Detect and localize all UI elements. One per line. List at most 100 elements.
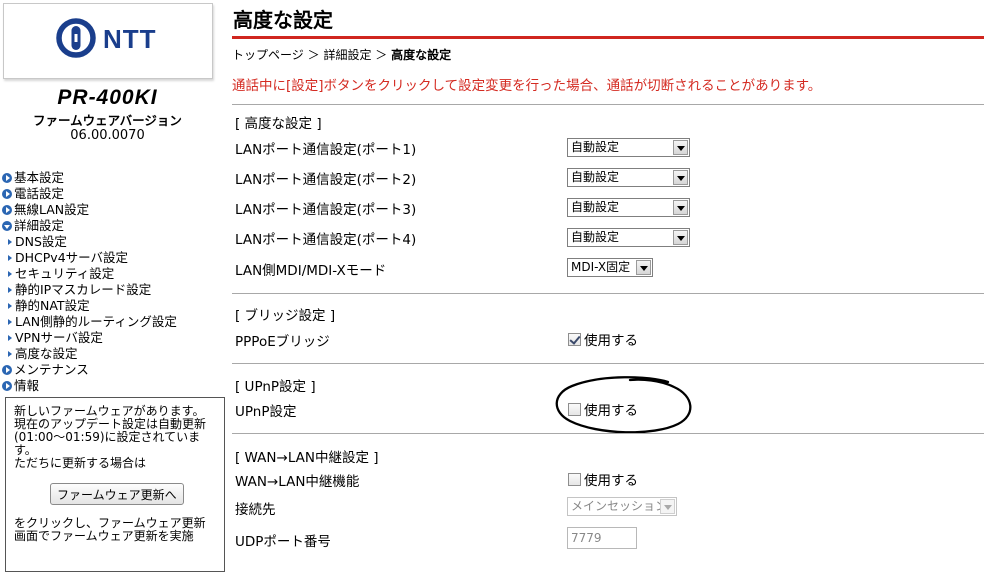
mdi-mode-label: LAN側MDI/MDI-Xモード (235, 263, 387, 279)
menu-item-advanced[interactable]: 詳細設定 (2, 218, 177, 234)
lan-port3-select[interactable]: 自動設定 (567, 198, 690, 217)
lan-port2-label: LANポート通信設定(ポート2) (235, 172, 417, 188)
menu-item-basic[interactable]: 基本設定 (2, 170, 177, 186)
select-value: メインセッション (571, 499, 668, 513)
submenu-item-label: 高度な設定 (15, 346, 78, 361)
lan-port4-label: LANポート通信設定(ポート4) (235, 232, 417, 248)
title-rule (232, 36, 984, 39)
model-name: PR-400KI (57, 86, 158, 109)
menu-item-label: 詳細設定 (14, 218, 65, 233)
breadcrumb: トップページ ＞ 詳細設定 ＞ 高度な設定 (232, 46, 451, 63)
breadcrumb-separator: ＞ (375, 48, 388, 62)
section-divider (232, 293, 984, 294)
menu-item-wlan[interactable]: 無線LAN設定 (2, 202, 177, 218)
destination-select[interactable]: メインセッション (567, 497, 677, 516)
udp-port-input[interactable]: 7779 (567, 527, 637, 549)
submenu-item-lan-static-routing[interactable]: LAN側静的ルーティング設定 (2, 314, 177, 330)
submenu-arrow-icon (8, 287, 12, 293)
menu-item-phone[interactable]: 電話設定 (2, 186, 177, 202)
dropdown-arrow-icon (673, 200, 688, 215)
submenu-arrow-icon (8, 351, 12, 357)
submenu-arrow-icon (8, 335, 12, 341)
menu-item-label: 無線LAN設定 (14, 202, 90, 217)
upnp-label: UPnP設定 (235, 404, 297, 420)
submenu-item-vpn-server[interactable]: VPNサーバ設定 (2, 330, 177, 346)
wan-relay-label: WAN→LAN中継機能 (235, 474, 360, 490)
pppoe-bridge-checkbox[interactable]: 使用する (568, 330, 638, 349)
submenu-arrow-icon (8, 239, 12, 245)
submenu-item-security[interactable]: セキュリティ設定 (2, 266, 177, 282)
page-title: 高度な設定 (233, 8, 333, 32)
collapse-arrow-icon (2, 221, 12, 231)
submenu-item-label: DNS設定 (15, 234, 67, 249)
submenu-item-dns[interactable]: DNS設定 (2, 234, 177, 250)
sidebar: NTT PR-400KI ファームウェアバージョン 06.00.0070 基本設… (0, 0, 225, 572)
warning-message: 通話中に[設定]ボタンをクリックして設定変更を行った場合、通話が切断されることが… (232, 78, 822, 94)
firmware-update-button[interactable]: ファームウェア更新へ (50, 483, 184, 505)
lan-port4-select[interactable]: 自動設定 (567, 228, 690, 247)
menu-item-label: 情報 (14, 378, 40, 393)
submenu-item-advanced-settings[interactable]: 高度な設定 (2, 346, 177, 362)
firmware-notice-box: 新しいファームウェアがあります。 現在のアップデート設定は自動更新(01:00～… (5, 397, 225, 572)
lan-port3-label: LANポート通信設定(ポート3) (235, 202, 417, 218)
hand-drawn-circle-annotation (555, 376, 692, 434)
breadcrumb-separator: ＞ (307, 48, 320, 62)
select-value: 自動設定 (571, 230, 620, 244)
breadcrumb-detail[interactable]: 詳細設定 (323, 48, 371, 62)
notice-text-3: ただちに更新する場合は (14, 456, 147, 470)
submenu-arrow-icon (8, 255, 12, 261)
dropdown-arrow-icon (636, 260, 651, 275)
expand-arrow-icon (2, 173, 12, 183)
menu-item-info[interactable]: 情報 (2, 378, 177, 394)
mdi-mode-select[interactable]: MDI-X固定 (567, 258, 653, 277)
logo-text: NTT (103, 24, 157, 54)
udp-port-label: UDPポート番号 (235, 534, 331, 550)
submenu-item-label: LAN側静的ルーティング設定 (15, 314, 177, 329)
submenu-arrow-icon (8, 271, 12, 277)
section-title-upnp: [ UPnP設定 ] (235, 379, 316, 395)
checkbox-unchecked-icon (568, 472, 581, 486)
sidebar-menu: 基本設定 電話設定 無線LAN設定 詳細設定 DNS設定 DHCPv4サーバ設定… (2, 170, 177, 394)
expand-arrow-icon (2, 381, 12, 391)
lan-port1-select[interactable]: 自動設定 (567, 138, 690, 157)
select-value: 自動設定 (571, 140, 620, 154)
submenu-item-static-ip-masquerade[interactable]: 静的IPマスカレード設定 (2, 282, 177, 298)
section-divider (232, 433, 984, 434)
main-content: 高度な設定 トップページ ＞ 詳細設定 ＞ 高度な設定 通話中に[設定]ボタンを… (215, 0, 984, 562)
section-title-bridge: [ ブリッジ設定 ] (235, 308, 336, 324)
pppoe-bridge-label: PPPoEブリッジ (235, 334, 330, 350)
dropdown-arrow-icon (673, 140, 688, 155)
lan-port2-select[interactable]: 自動設定 (567, 168, 690, 187)
section-divider (232, 363, 984, 364)
ntt-logo-icon (56, 18, 96, 58)
menu-item-maintenance[interactable]: メンテナンス (2, 362, 177, 378)
breadcrumb-top[interactable]: トップページ (232, 48, 304, 62)
submenu-item-label: 静的NAT設定 (15, 298, 90, 313)
select-value: 自動設定 (571, 170, 620, 184)
firmware-version-value: 06.00.0070 (70, 128, 145, 143)
wan-relay-checkbox[interactable]: 使用する (568, 470, 638, 489)
notice-text-2: 現在のアップデート設定は自動更新(01:00～01:59)に設定されています。 (14, 417, 207, 457)
submenu-item-label: VPNサーバ設定 (15, 330, 103, 345)
submenu-item-static-nat[interactable]: 静的NAT設定 (2, 298, 177, 314)
section-title-advanced: [ 高度な設定 ] (235, 116, 322, 132)
dropdown-arrow-icon (673, 230, 688, 245)
select-value: 自動設定 (571, 200, 620, 214)
expand-arrow-icon (2, 205, 12, 215)
submenu-arrow-icon (8, 319, 12, 325)
submenu-arrow-icon (8, 303, 12, 309)
notice-text-4: をクリックし、ファームウェア更新画面でファームウェア更新を実施 (14, 516, 206, 543)
firmware-version-label: ファームウェアバージョン (33, 113, 182, 128)
section-divider (232, 104, 984, 105)
submenu-item-dhcpv4[interactable]: DHCPv4サーバ設定 (2, 250, 177, 266)
expand-arrow-icon (2, 189, 12, 199)
select-value: MDI-X固定 (571, 260, 631, 274)
expand-arrow-icon (2, 365, 12, 375)
submenu-item-label: セキュリティ設定 (15, 266, 115, 281)
section-title-wan-relay: [ WAN→LAN中継設定 ] (235, 450, 379, 466)
lan-port1-label: LANポート通信設定(ポート1) (235, 142, 417, 158)
checkbox-checked-icon (568, 332, 581, 346)
menu-item-label: 基本設定 (14, 170, 65, 185)
destination-label: 接続先 (235, 502, 276, 518)
dropdown-arrow-icon (660, 499, 675, 514)
